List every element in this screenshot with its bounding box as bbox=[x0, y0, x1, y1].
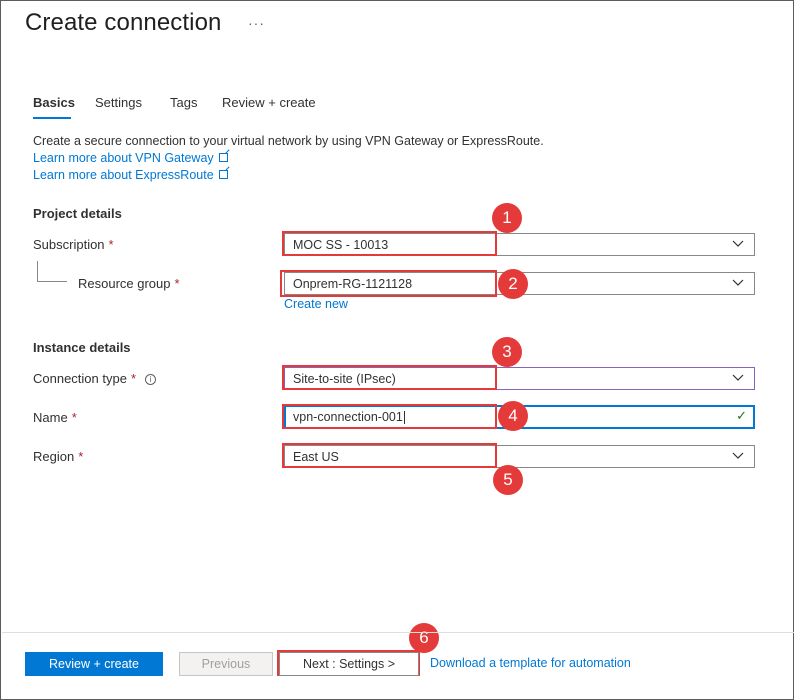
chevron-down-icon bbox=[732, 240, 744, 247]
chevron-down-icon bbox=[732, 374, 744, 381]
learn-more-expressroute-label: Learn more about ExpressRoute bbox=[33, 168, 214, 182]
name-label-text: Name bbox=[33, 410, 68, 425]
tab-settings[interactable]: Settings bbox=[95, 95, 142, 110]
external-link-icon bbox=[218, 170, 228, 179]
required-marker: * bbox=[174, 276, 180, 291]
learn-more-vpn-gateway-label: Learn more about VPN Gateway bbox=[33, 151, 214, 165]
highlight-box-resource-group bbox=[280, 270, 497, 297]
learn-more-vpn-gateway-link[interactable]: Learn more about VPN Gateway bbox=[33, 151, 228, 165]
subscription-label-text: Subscription bbox=[33, 237, 105, 252]
project-details-heading: Project details bbox=[33, 206, 122, 221]
active-tab-indicator bbox=[33, 117, 71, 119]
step-badge-1: 1 bbox=[492, 203, 522, 233]
highlight-box-name bbox=[282, 404, 497, 429]
tab-basics[interactable]: Basics bbox=[33, 95, 75, 110]
connection-type-label: Connection type * i bbox=[33, 371, 157, 386]
required-marker: * bbox=[108, 237, 114, 252]
footer-divider bbox=[2, 632, 794, 633]
resource-group-label: Resource group * bbox=[78, 276, 180, 291]
info-icon[interactable]: i bbox=[145, 374, 157, 385]
required-marker: * bbox=[71, 410, 77, 425]
create-connection-blade: Create connection ··· Basics Settings Ta… bbox=[0, 0, 794, 700]
previous-button[interactable]: Previous bbox=[179, 652, 273, 676]
name-label: Name * bbox=[33, 410, 77, 425]
next-settings-button[interactable]: Next : Settings > bbox=[279, 652, 419, 676]
download-template-link[interactable]: Download a template for automation bbox=[430, 656, 631, 670]
learn-more-expressroute-link[interactable]: Learn more about ExpressRoute bbox=[33, 168, 228, 182]
chevron-down-icon bbox=[732, 452, 744, 459]
step-badge-6: 6 bbox=[409, 623, 439, 653]
step-badge-2: 2 bbox=[498, 269, 528, 299]
create-new-resource-group-link[interactable]: Create new bbox=[284, 297, 348, 311]
highlight-box-region bbox=[282, 443, 497, 468]
step-badge-5: 5 bbox=[493, 465, 523, 495]
step-badge-3: 3 bbox=[492, 337, 522, 367]
tab-review-create[interactable]: Review + create bbox=[222, 95, 316, 110]
more-options-button[interactable]: ··· bbox=[248, 15, 265, 31]
tree-connector-vertical bbox=[37, 261, 38, 281]
region-label-text: Region bbox=[33, 449, 75, 464]
connection-type-label-text: Connection type bbox=[33, 371, 127, 386]
required-marker: * bbox=[78, 449, 84, 464]
tree-connector-horizontal bbox=[37, 281, 67, 282]
chevron-down-icon bbox=[732, 279, 744, 286]
instance-details-heading: Instance details bbox=[33, 340, 131, 355]
valid-check-icon: ✓ bbox=[736, 409, 747, 424]
required-marker: * bbox=[130, 371, 137, 386]
highlight-box-subscription bbox=[282, 231, 497, 256]
review-create-button[interactable]: Review + create bbox=[25, 652, 163, 676]
external-link-icon bbox=[218, 153, 228, 162]
resource-group-label-text: Resource group bbox=[78, 276, 171, 291]
step-badge-4: 4 bbox=[498, 401, 528, 431]
tab-tags[interactable]: Tags bbox=[170, 95, 197, 110]
region-label: Region * bbox=[33, 449, 83, 464]
intro-description: Create a secure connection to your virtu… bbox=[33, 134, 544, 148]
page-title: Create connection bbox=[25, 9, 222, 36]
highlight-box-connection-type bbox=[282, 365, 497, 390]
subscription-label: Subscription * bbox=[33, 237, 114, 252]
